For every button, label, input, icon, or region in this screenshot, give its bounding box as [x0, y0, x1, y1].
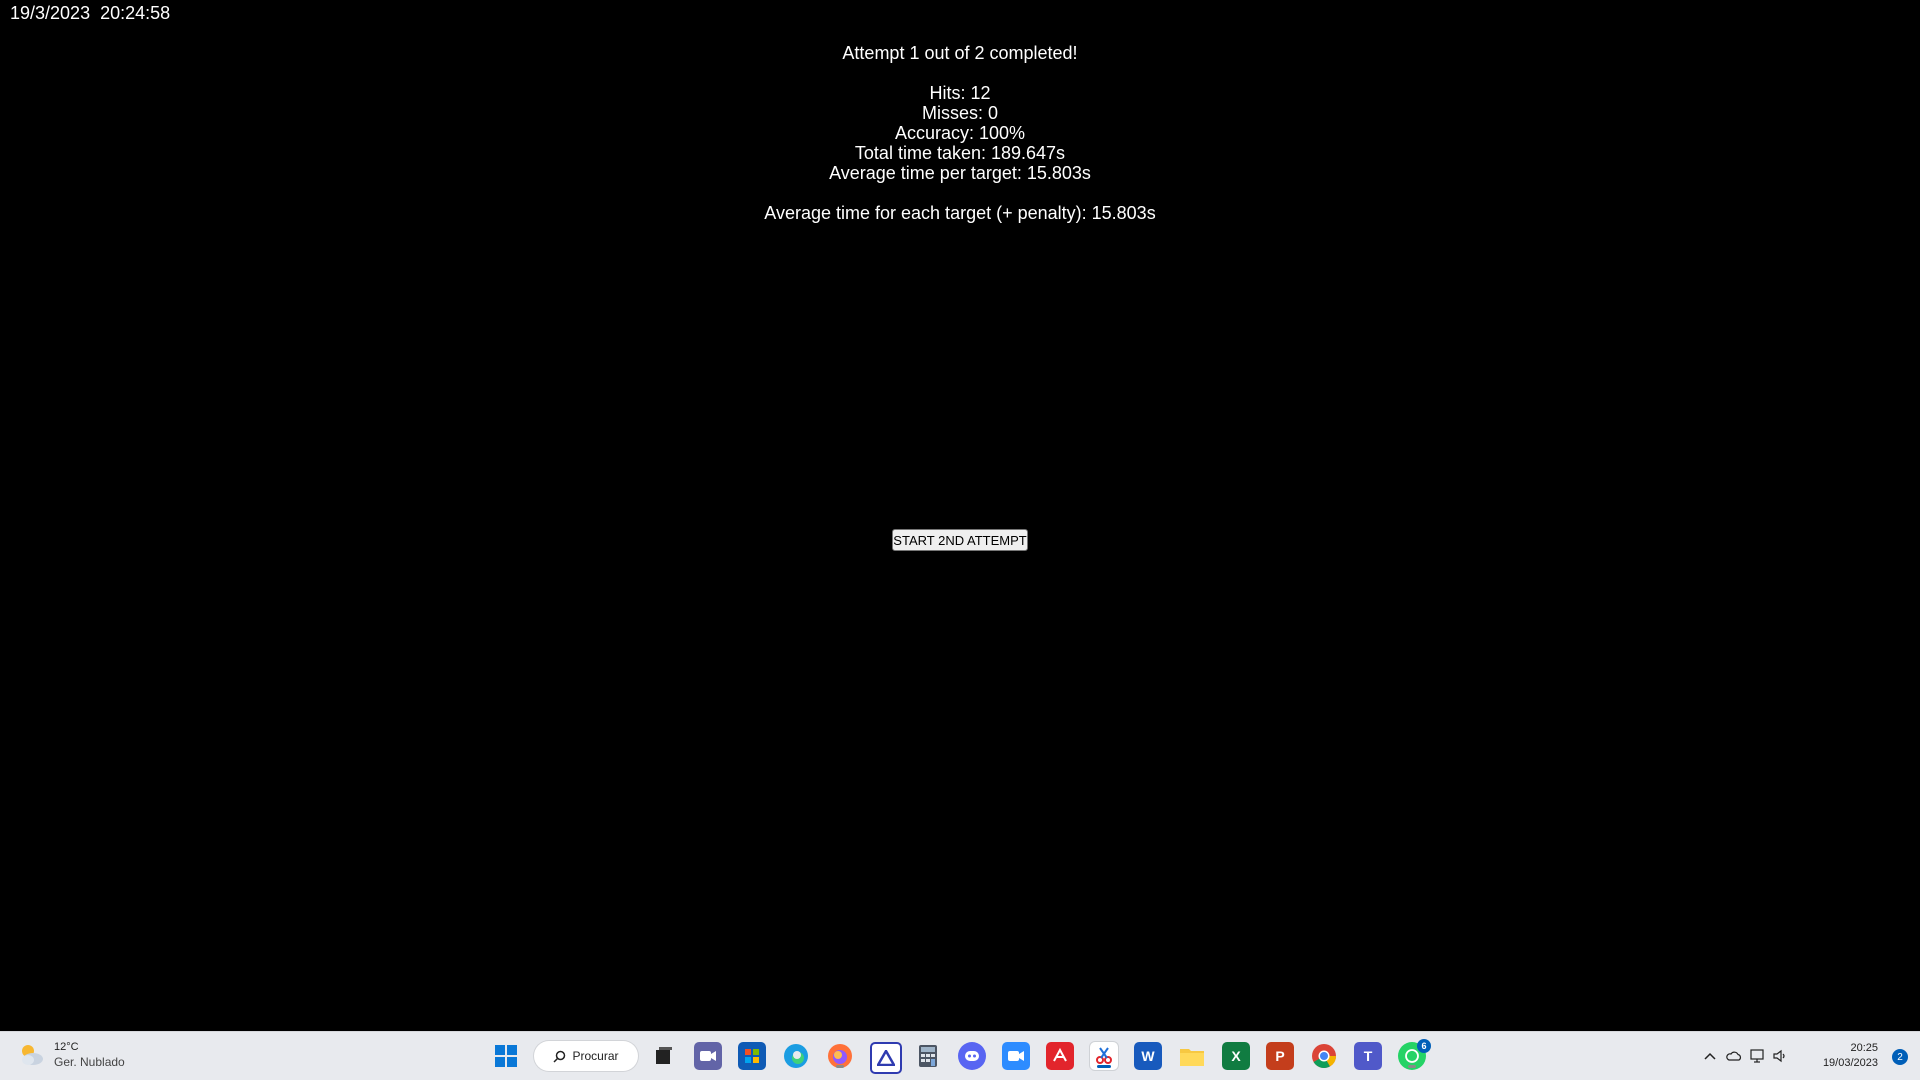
- excel-icon[interactable]: X: [1222, 1042, 1250, 1070]
- search-box[interactable]: Procurar: [534, 1041, 638, 1071]
- teams-icon[interactable]: T: [1354, 1042, 1382, 1070]
- hits-stat: Hits: 12: [929, 83, 991, 103]
- results-panel: Attempt 1 out of 2 completed! Hits: 12 M…: [0, 43, 1920, 223]
- weather-desc: Ger. Nublado: [54, 1055, 125, 1069]
- file-explorer-icon[interactable]: [1178, 1042, 1206, 1070]
- azure-data-studio-icon[interactable]: [870, 1042, 902, 1074]
- chevron-up-icon[interactable]: [1702, 1048, 1718, 1064]
- calculator-icon[interactable]: [914, 1042, 942, 1070]
- taskbar: 12°C Ger. Nublado Procurar W X P T 6 20:…: [0, 1031, 1920, 1080]
- active-indicator: [1097, 1065, 1111, 1068]
- taskbar-clock[interactable]: 20:25 19/03/2023: [1823, 1041, 1878, 1071]
- whatsapp-icon[interactable]: 6: [1398, 1039, 1431, 1070]
- whatsapp-badge: 6: [1417, 1039, 1431, 1053]
- onedrive-icon[interactable]: [1726, 1048, 1742, 1064]
- network-icon[interactable]: [1750, 1048, 1766, 1064]
- date-time-display: 19/3/2023 20:24:58: [10, 3, 171, 23]
- running-indicator: [836, 1065, 844, 1068]
- acrobat-icon[interactable]: [1046, 1042, 1074, 1070]
- edge-icon[interactable]: [782, 1042, 810, 1070]
- taskbar-time: 20:25: [1850, 1042, 1878, 1054]
- search-icon: [553, 1050, 566, 1063]
- discord-icon[interactable]: [958, 1042, 986, 1070]
- running-indicator: [1408, 1065, 1416, 1068]
- zoom-icon[interactable]: [1002, 1042, 1030, 1070]
- snipping-tool-icon[interactable]: [1090, 1042, 1118, 1070]
- avg-penalty-stat: Average time for each target (+ penalty)…: [764, 203, 1156, 223]
- avg-time-stat: Average time per target: 15.803s: [829, 163, 1091, 183]
- weather-temp: 12°C: [54, 1041, 79, 1053]
- chat-icon[interactable]: [694, 1042, 722, 1070]
- chrome-icon[interactable]: [1310, 1042, 1338, 1070]
- start-attempt-button[interactable]: START 2ND ATTEMPT: [892, 529, 1028, 551]
- taskbar-date: 19/03/2023: [1822, 1057, 1878, 1069]
- powerpoint-icon[interactable]: P: [1266, 1042, 1294, 1070]
- store-icon[interactable]: [738, 1042, 766, 1070]
- search-label: Procurar: [572, 1049, 619, 1063]
- results-title: Attempt 1 out of 2 completed!: [842, 43, 1078, 63]
- task-view-icon[interactable]: [650, 1042, 678, 1070]
- word-icon[interactable]: W: [1134, 1042, 1162, 1070]
- notification-badge[interactable]: 2: [1892, 1049, 1908, 1065]
- partly-cloudy-icon: [22, 1045, 43, 1065]
- misses-stat: Misses: 0: [921, 103, 999, 123]
- weather-widget[interactable]: 12°C Ger. Nublado: [16, 1040, 125, 1070]
- firefox-icon[interactable]: [826, 1042, 854, 1070]
- total-time-stat: Total time taken: 189.647s: [854, 143, 1066, 163]
- accuracy-stat: Accuracy: 100%: [894, 123, 1026, 143]
- volume-icon[interactable]: [1772, 1048, 1788, 1064]
- start-icon[interactable]: [492, 1042, 520, 1070]
